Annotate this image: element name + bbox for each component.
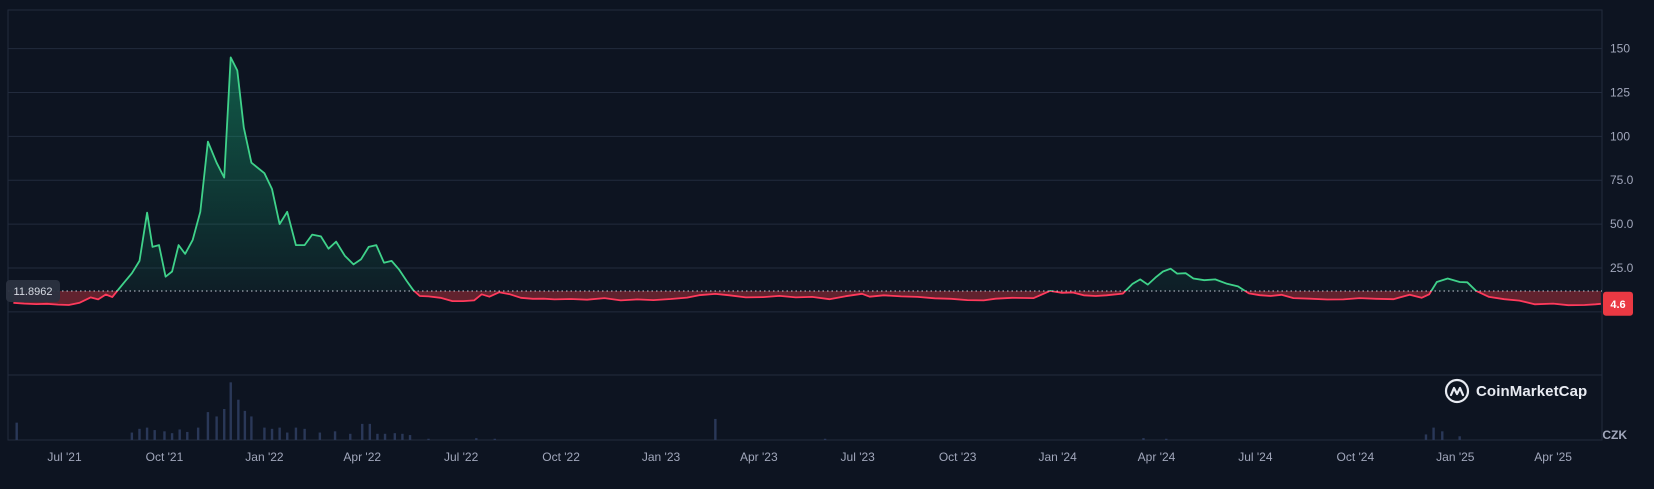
volume-bar	[318, 432, 322, 440]
brand-logo: CoinMarketCap	[1444, 378, 1587, 404]
volume-bar	[237, 399, 240, 440]
volume-bar	[270, 428, 274, 440]
volume-bar	[196, 427, 200, 440]
coinmarketcap-logo-icon	[1444, 378, 1470, 404]
x-tick-label: Oct '21	[146, 450, 184, 464]
x-tick-label: Oct '23	[939, 450, 977, 464]
volume-bar	[376, 433, 379, 440]
volume-bar	[286, 432, 289, 440]
volume-bar	[303, 428, 306, 440]
x-tick-label: Jan '23	[642, 450, 681, 464]
volume-bar	[1458, 436, 1461, 440]
y-tick-label: 100	[1610, 129, 1630, 143]
volume-bar	[1424, 434, 1428, 440]
price-chart: 25.0 50.0 75.0 100 125 150 Jul '21 Oct '21 Jan …	[6, 9, 1634, 464]
volume-bar	[408, 435, 412, 440]
volume-bar	[294, 427, 298, 440]
x-tick-label: Apr '24	[1138, 450, 1176, 464]
x-tick-label: Jan '22	[245, 450, 284, 464]
volume-bar	[1432, 427, 1435, 440]
x-tick-label: Jul '21	[47, 450, 82, 464]
volume-bar	[163, 431, 166, 440]
volume-bar	[368, 423, 372, 440]
x-tick-label: Apr '25	[1534, 450, 1572, 464]
x-tick-label: Apr '23	[740, 450, 778, 464]
volume-bar	[333, 431, 337, 440]
volume-bar	[278, 427, 281, 440]
volume-bar	[153, 430, 156, 440]
x-tick-label: Oct '24	[1337, 450, 1375, 464]
volume-bar	[145, 427, 149, 440]
volume-bar	[493, 438, 496, 440]
volume-bar	[263, 427, 266, 440]
volume-bar	[401, 433, 404, 440]
volume-bar	[170, 433, 174, 440]
y-tick-label: 25.0	[1610, 261, 1634, 275]
volume-bar	[229, 382, 232, 440]
volume-bar	[1441, 431, 1444, 440]
volume-bar	[383, 433, 387, 440]
volume-bar	[393, 433, 397, 440]
volume-bar	[138, 428, 141, 440]
current-price-label: 4.6	[1610, 299, 1625, 311]
currency-label: CZK	[1602, 428, 1627, 442]
x-tick-label: Jul '24	[1238, 450, 1273, 464]
volume-bar	[215, 416, 218, 440]
volume-bar	[361, 423, 364, 440]
y-tick-label: 50.0	[1610, 217, 1634, 231]
x-tick-label: Jan '24	[1038, 450, 1077, 464]
x-tick-label: Jul '22	[444, 450, 479, 464]
y-tick-label: 125	[1610, 85, 1630, 99]
volume-bar	[1142, 438, 1145, 440]
volume-bar	[427, 438, 430, 440]
volume-bar	[250, 416, 253, 440]
volume-bar	[178, 429, 181, 440]
volume-bar	[714, 418, 717, 440]
volume-bar	[823, 438, 827, 440]
volume-bar	[206, 412, 210, 440]
volume-bar	[15, 422, 18, 440]
x-tick-label: Oct '22	[542, 450, 580, 464]
volume-bar	[223, 409, 226, 440]
brand-name: CoinMarketCap	[1476, 382, 1588, 400]
x-tick-label: Jul '23	[841, 450, 876, 464]
x-tick-label: Apr '22	[343, 450, 381, 464]
volume-bar	[243, 410, 247, 440]
volume-bar	[130, 432, 134, 440]
y-tick-label: 75.0	[1610, 173, 1634, 187]
baseline-value-label: 11.8962	[14, 286, 53, 298]
volume-bar	[475, 438, 478, 440]
volume-bar	[349, 433, 352, 440]
volume-bar	[186, 431, 189, 440]
volume-bar	[1165, 438, 1168, 440]
x-tick-label: Jan '25	[1436, 450, 1475, 464]
y-tick-label: 150	[1610, 42, 1630, 56]
